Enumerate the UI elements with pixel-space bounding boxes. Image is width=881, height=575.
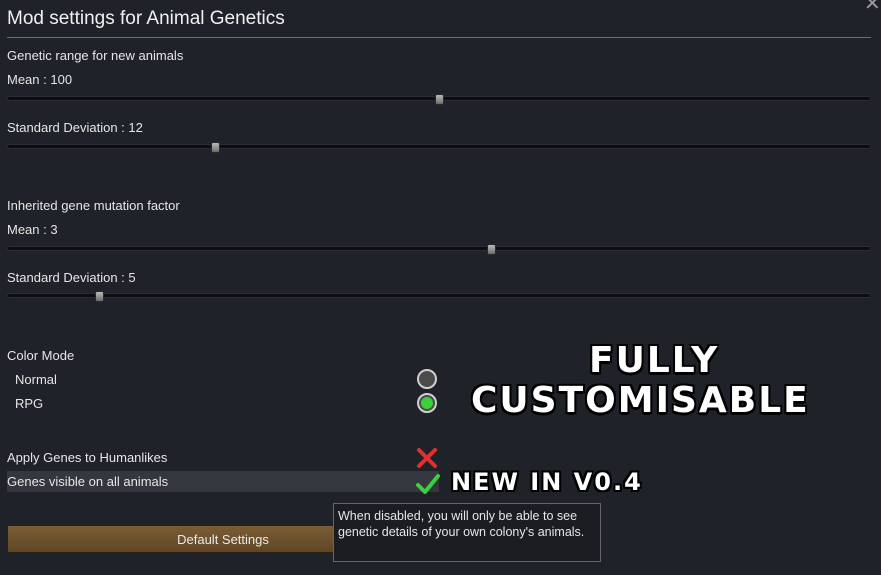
- mutation-mean-slider[interactable]: [7, 244, 871, 255]
- mutation-heading: Inherited gene mutation factor: [7, 198, 180, 213]
- mutation-sd-slider[interactable]: [7, 291, 871, 302]
- toggle-visible-label[interactable]: Genes visible on all animals: [7, 474, 168, 489]
- promo-line-1: FULLY: [589, 340, 720, 381]
- slider-thumb[interactable]: [486, 244, 496, 255]
- promo-line-2: CUSTOMISABLE: [471, 380, 810, 421]
- radio-rpg[interactable]: [417, 393, 437, 413]
- title-divider: [7, 37, 871, 38]
- radio-normal[interactable]: [417, 369, 437, 389]
- color-mode-option-normal[interactable]: Normal: [15, 372, 57, 387]
- genetic-range-sd-slider[interactable]: [7, 142, 871, 153]
- close-icon[interactable]: ✕: [864, 0, 881, 14]
- slider-thumb[interactable]: [435, 94, 444, 105]
- genetic-range-sd-label: Standard Deviation : 12: [7, 120, 143, 135]
- mutation-sd-label: Standard Deviation : 5: [7, 270, 136, 285]
- slider-thumb[interactable]: [94, 291, 104, 302]
- genetic-range-mean-slider[interactable]: [7, 94, 871, 105]
- slider-thumb[interactable]: [210, 142, 220, 153]
- new-version-label: NEW IN V0.4: [451, 468, 643, 496]
- cross-icon[interactable]: [416, 447, 438, 474]
- mutation-mean-label: Mean : 3: [7, 222, 58, 237]
- color-mode-option-rpg[interactable]: RPG: [15, 396, 43, 411]
- window-title: Mod settings for Animal Genetics: [7, 8, 285, 29]
- genetic-range-mean-label: Mean : 100: [7, 72, 73, 87]
- toggle-humanlikes-label[interactable]: Apply Genes to Humanlikes: [7, 450, 167, 465]
- tooltip: When disabled, you will only be able to …: [333, 503, 601, 562]
- genetic-range-heading: Genetic range for new animals: [7, 48, 184, 63]
- check-icon[interactable]: [416, 473, 440, 500]
- color-mode-heading: Color Mode: [7, 348, 75, 363]
